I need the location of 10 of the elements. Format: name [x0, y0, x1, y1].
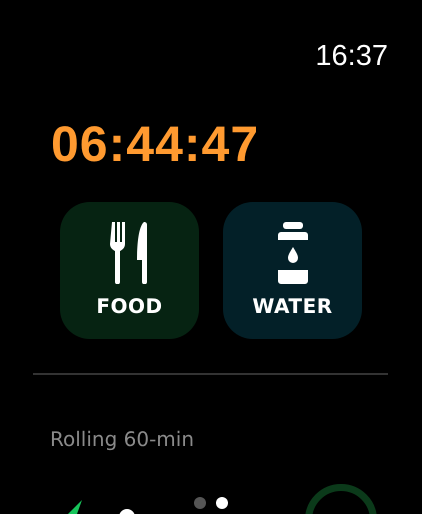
clock-time: 16:37 [315, 39, 388, 74]
water-button[interactable]: WATER [223, 202, 362, 339]
page-dot[interactable] [216, 497, 228, 509]
page-dot[interactable] [194, 497, 206, 509]
section-title: Rolling 60-min [49, 426, 196, 451]
food-button[interactable]: FOOD [60, 202, 199, 339]
water-bottle-icon [278, 222, 308, 284]
fork-and-knife-icon [110, 222, 150, 284]
gauge-needle-icon [68, 500, 82, 514]
countdown-timer: 06:44:47 [50, 115, 260, 172]
